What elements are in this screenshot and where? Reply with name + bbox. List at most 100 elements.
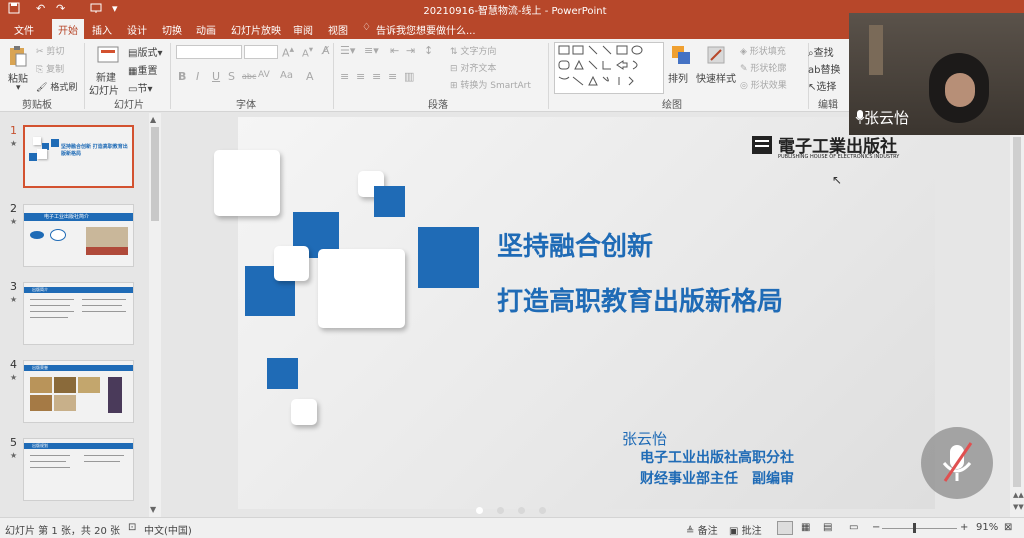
font-color-button[interactable]: A	[306, 70, 314, 83]
decrease-indent-icon[interactable]: ⇤	[390, 44, 399, 57]
shapes-gallery[interactable]	[554, 42, 664, 94]
customize-qa-icon[interactable]: ▾	[112, 2, 118, 15]
undo-icon[interactable]: ↶	[36, 2, 45, 15]
thumb-title: 坚持融合创新 打造高职教育出版新格局	[61, 144, 128, 157]
page-indicator-dot[interactable]	[539, 507, 546, 514]
comments-button[interactable]: ▣ 批注	[729, 522, 762, 537]
mute-toggle-button[interactable]	[921, 427, 993, 499]
clear-format-icon[interactable]: A̸	[322, 44, 330, 57]
justify-icon[interactable]: ≡	[388, 70, 397, 83]
shadow-button[interactable]: S	[228, 70, 235, 83]
language-indicator[interactable]: 中文(中国)	[144, 522, 192, 537]
reading-view-icon[interactable]: ▤	[823, 522, 832, 533]
smartart-button[interactable]: ⊞ 转换为 SmartArt	[450, 78, 531, 91]
font-name-dropdown[interactable]	[176, 45, 242, 59]
bullets-icon[interactable]: ☰▾	[340, 44, 355, 57]
shape-effects-button[interactable]: ◎ 形状效果	[740, 78, 787, 91]
columns-icon[interactable]: ▥	[404, 70, 414, 83]
paste-icon[interactable]	[8, 45, 28, 70]
slides-group-label: 幻灯片	[114, 100, 144, 111]
zoom-level[interactable]: 91%	[976, 522, 998, 533]
arrange-button[interactable]: 排列	[668, 70, 688, 85]
page-indicator-dot[interactable]	[476, 507, 483, 514]
shape-fill-button[interactable]: ◈ 形状填充	[740, 44, 786, 57]
copy-button[interactable]: ⎘ 复制	[36, 62, 64, 75]
deco-white-square	[274, 246, 309, 281]
char-spacing-button[interactable]: AV	[258, 70, 270, 80]
cut-button[interactable]: ✂ 剪切	[36, 44, 64, 57]
replace-button[interactable]: ab替换	[808, 61, 840, 76]
zoom-slider[interactable]	[882, 528, 957, 529]
tab-insert[interactable]: 插入	[92, 22, 112, 37]
prev-slide-icon[interactable]: ▲▲	[1013, 491, 1024, 499]
thumbnail-slide-5[interactable]: 出版规划	[23, 438, 134, 501]
strikethrough-button[interactable]: abc	[242, 72, 256, 81]
thumbnail-slide-2[interactable]: 电子工业出版社简介	[23, 204, 134, 267]
page-indicator-dot[interactable]	[518, 507, 525, 514]
thumbnail-slide-1[interactable]: 坚持融合创新 打造高职教育出版新格局	[23, 125, 134, 188]
new-slide-icon[interactable]	[97, 45, 121, 68]
slide-counter: 幻灯片 第 1 张，共 20 张	[5, 526, 120, 537]
bold-button[interactable]: B	[178, 70, 186, 83]
quick-styles-icon[interactable]	[705, 44, 727, 69]
save-icon[interactable]	[8, 2, 20, 17]
format-painter-button[interactable]: 🖌 格式刷	[36, 80, 77, 93]
page-indicator-dot[interactable]	[497, 507, 504, 514]
tab-animations[interactable]: 动画	[196, 22, 216, 37]
tab-slideshow[interactable]: 幻灯片放映	[231, 22, 281, 37]
shapes-icon	[558, 45, 643, 86]
shape-outline-button[interactable]: ✎ 形状轮廓	[740, 61, 786, 74]
tab-design[interactable]: 设计	[127, 22, 147, 37]
slide-canvas[interactable]: 電子工業出版社 PUBLISHING HOUSE OF ELECTRONICS …	[214, 117, 935, 509]
author-organization: 电子工业出版社高职分社	[640, 450, 794, 466]
align-text-button[interactable]: ⊟ 对齐文本	[450, 61, 496, 74]
text-direction-button[interactable]: ⇅ 文字方向	[450, 44, 496, 57]
thumb-number: 1	[10, 124, 17, 137]
layout-button[interactable]: ▤版式▾	[128, 44, 162, 59]
grow-font-icon[interactable]: A▴	[282, 44, 294, 60]
tab-review[interactable]: 审阅	[293, 22, 313, 37]
zoom-out-icon[interactable]: −	[872, 522, 880, 533]
line-spacing-icon[interactable]: ↕	[424, 44, 433, 57]
underline-button[interactable]: U	[212, 70, 220, 83]
reset-button[interactable]: ▦重置	[128, 62, 157, 77]
tell-me-search[interactable]: 告诉我您想要做什么...	[376, 22, 476, 37]
tab-transitions[interactable]: 切换	[162, 22, 182, 37]
find-button[interactable]: ⌕查找	[808, 44, 834, 59]
spellcheck-icon[interactable]: ⊡	[128, 522, 136, 533]
select-button[interactable]: ↖选择	[808, 78, 836, 93]
tab-view[interactable]: 视图	[328, 22, 348, 37]
thumbnails-scrollbar[interactable]: ▲ ▼	[149, 113, 161, 517]
thumbnail-slide-4[interactable]: 出版荣誉	[23, 360, 134, 423]
fit-slide-icon[interactable]: ⊠	[1004, 522, 1012, 533]
thumbnail-slide-3[interactable]: 出版简介	[23, 282, 134, 345]
tab-home[interactable]: 开始	[52, 19, 84, 39]
tab-file[interactable]: 文件	[14, 22, 34, 37]
zoom-in-icon[interactable]: +	[960, 522, 968, 533]
zoom-slider-thumb[interactable]	[913, 523, 916, 533]
next-slide-icon[interactable]: ▼▼	[1013, 503, 1024, 511]
change-case-button[interactable]: Aa	[280, 70, 293, 81]
slideshow-view-icon[interactable]: ▭	[849, 522, 858, 533]
status-bar: 幻灯片 第 1 张，共 20 张 ⊡ 中文(中国) ≜ 备注 ▣ 批注 ▦ ▤ …	[0, 517, 1024, 538]
slide-scrollbar[interactable]: ▲▲ ▼▼	[1010, 113, 1024, 517]
slide-sorter-icon[interactable]: ▦	[801, 522, 810, 533]
align-right-icon[interactable]: ≡	[372, 70, 381, 83]
font-size-dropdown[interactable]	[244, 45, 278, 59]
font-group-label: 字体	[236, 100, 256, 111]
animation-star-icon: ★	[10, 451, 18, 460]
numbering-icon[interactable]: ≡▾	[364, 44, 379, 57]
normal-view-icon[interactable]	[777, 521, 793, 535]
italic-button[interactable]: I	[196, 70, 199, 83]
increase-indent-icon[interactable]: ⇥	[406, 44, 415, 57]
align-center-icon[interactable]: ≡	[356, 70, 365, 83]
present-icon[interactable]	[90, 2, 102, 17]
publisher-name-en: PUBLISHING HOUSE OF ELECTRONICS INDUSTRY	[778, 154, 900, 160]
arrange-icon[interactable]	[670, 44, 692, 69]
quick-styles-button[interactable]: 快速样式	[696, 70, 736, 85]
redo-icon[interactable]: ↷	[56, 2, 65, 15]
align-left-icon[interactable]: ≡	[340, 70, 349, 83]
shrink-font-icon[interactable]: A▾	[302, 44, 313, 59]
section-button[interactable]: ▭节▾	[128, 80, 152, 95]
notes-button[interactable]: ≜ 备注	[686, 522, 718, 537]
